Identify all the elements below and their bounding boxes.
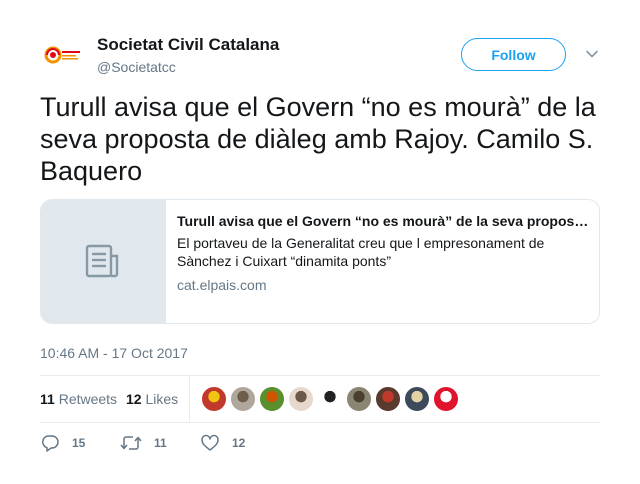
timestamp[interactable]: 10:46 AM - 17 Oct 2017	[40, 345, 188, 361]
link-card[interactable]: Turull avisa que el Govern “no es mourà”…	[40, 199, 600, 324]
reply-count: 15	[72, 436, 86, 450]
chevron-down-icon[interactable]	[584, 46, 600, 62]
reply-icon	[41, 435, 59, 452]
screen-name[interactable]: @Societatcc	[97, 59, 176, 75]
societat-civil-catalana-logo	[44, 46, 80, 64]
liker-avatar[interactable]	[346, 386, 372, 412]
likes-label: Likes	[145, 391, 179, 407]
card-thumbnail	[41, 200, 166, 323]
card-domain: cat.elpais.com	[177, 277, 267, 293]
retweet-action[interactable]: 11	[120, 433, 167, 453]
heart-icon	[201, 434, 219, 451]
card-body: Turull avisa que el Govern “no es mourà”…	[177, 212, 591, 294]
display-name[interactable]: Societat Civil Catalana	[97, 35, 279, 55]
likes-stat[interactable]: 12 Likes	[126, 391, 178, 407]
liker-avatar[interactable]	[433, 386, 459, 412]
retweets-stat[interactable]: 11 Retweets	[40, 391, 117, 407]
reply-action[interactable]: 15	[40, 433, 85, 453]
avatar[interactable]	[40, 32, 86, 78]
retweets-count: 11	[40, 391, 55, 407]
liker-avatar[interactable]	[288, 386, 314, 412]
liker-avatar[interactable]	[375, 386, 401, 412]
tweet-actions: 15 11 12	[40, 433, 600, 455]
stats-divider	[189, 376, 190, 423]
liker-avatar[interactable]	[317, 386, 343, 412]
follow-button[interactable]: Follow	[461, 38, 566, 71]
liker-avatar[interactable]	[201, 386, 227, 412]
retweet-count: 11	[154, 436, 167, 450]
tweet-stats: 11 Retweets 12 Likes	[40, 375, 600, 423]
tweet-header: Societat Civil Catalana @Societatcc Foll…	[40, 32, 600, 78]
liker-avatar[interactable]	[259, 386, 285, 412]
like-action[interactable]: 12	[200, 433, 245, 453]
like-count: 12	[232, 436, 246, 450]
liker-avatar[interactable]	[404, 386, 430, 412]
tweet-text: Turull avisa que el Govern “no es mourà”…	[40, 92, 596, 186]
likes-count: 12	[126, 391, 142, 407]
liker-avatar[interactable]	[230, 386, 256, 412]
document-icon	[85, 244, 119, 277]
retweets-label: Retweets	[58, 391, 118, 407]
retweet-icon	[120, 436, 142, 450]
card-description: El portaveu de la Generalitat creu que l…	[177, 235, 545, 269]
card-title: Turull avisa que el Govern “no es mourà”…	[177, 213, 591, 229]
